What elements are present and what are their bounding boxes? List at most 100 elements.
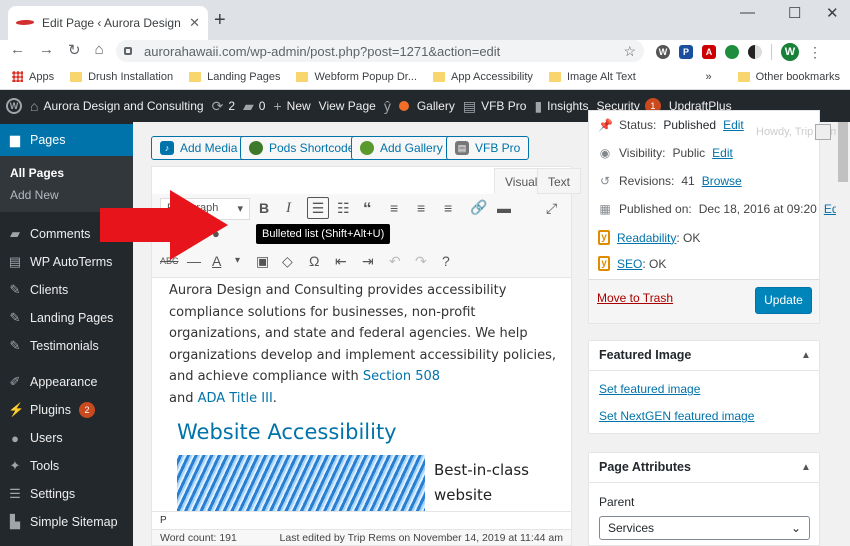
parent-select[interactable]: Services ⌄: [599, 516, 810, 540]
add-gallery-button[interactable]: Add Gallery: [351, 136, 452, 160]
help-icon[interactable]: ?: [442, 253, 450, 269]
bookmark-item[interactable]: Image Alt Text: [548, 71, 636, 83]
last-edited: Last edited by Trip Rems on November 14,…: [279, 532, 563, 544]
comments-link[interactable]: ▰ 0: [243, 98, 265, 115]
browser-tab[interactable]: Edit Page ‹ Aurora Design and Co ✕: [8, 6, 208, 40]
extension-blue-icon[interactable]: P: [679, 45, 693, 59]
editor-content[interactable]: Aurora Design and Consulting provides ac…: [169, 280, 559, 409]
howdy-text[interactable]: Howdy, Trip Rems: [756, 126, 845, 138]
indent-icon[interactable]: ⇥: [362, 253, 374, 270]
sidebar-item-plugins[interactable]: ⚡ Plugins 2: [0, 396, 133, 424]
ada-title-iii-link[interactable]: ADA Title III: [198, 391, 273, 406]
pods-shortcode-button[interactable]: Pods Shortcode: [240, 136, 364, 160]
align-left-icon[interactable]: ≡: [390, 200, 398, 216]
pdf-extension-icon[interactable]: A: [702, 45, 716, 59]
edit-status-link[interactable]: Edit: [723, 118, 744, 132]
update-button[interactable]: Update: [755, 287, 812, 314]
blockquote-icon[interactable]: “: [363, 199, 372, 219]
bookmark-item[interactable]: Landing Pages: [189, 71, 280, 83]
collapse-caret-icon[interactable]: ▲: [801, 350, 811, 361]
bold-icon[interactable]: B: [259, 200, 269, 216]
numbered-list-icon[interactable]: ☷: [337, 200, 350, 217]
bookmark-apps[interactable]: Apps: [12, 71, 54, 83]
outdent-icon[interactable]: ⇤: [335, 253, 347, 270]
set-featured-image-link[interactable]: Set featured image: [599, 382, 700, 396]
form-icon: ▤: [455, 141, 469, 155]
profile-avatar[interactable]: W: [781, 43, 799, 61]
bookmark-item[interactable]: App Accessibility: [433, 71, 533, 83]
pin-icon: ✎: [9, 310, 21, 325]
bookmarks-overflow[interactable]: » Other bookmarks: [706, 71, 850, 83]
vfb-pro-button[interactable]: ▤ VFB Pro: [446, 136, 530, 160]
sidebar-item-users[interactable]: ● Users: [0, 424, 133, 452]
insert-link-icon[interactable]: 🔗: [470, 199, 487, 216]
special-character-icon[interactable]: Ω: [309, 253, 319, 269]
vfb-pro-link[interactable]: ▤ VFB Pro: [463, 98, 527, 115]
close-window-icon[interactable]: ✕: [826, 4, 839, 22]
scrollbar-thumb[interactable]: [838, 122, 848, 182]
tab-text[interactable]: Text: [537, 168, 582, 194]
bookmark-star-icon[interactable]: ☆: [623, 43, 636, 60]
collapse-caret-icon[interactable]: ▲: [801, 462, 811, 473]
maximize-icon[interactable]: ☐: [788, 4, 801, 22]
sidebar-item-landing-pages[interactable]: ✎ Landing Pages: [0, 304, 133, 332]
readability-link[interactable]: Readability: [617, 231, 676, 245]
read-more-icon[interactable]: ▬: [497, 200, 511, 216]
browse-revisions-link[interactable]: Browse: [702, 174, 742, 188]
yoast-readability-icon: y: [598, 230, 610, 245]
sidebar-item-testimonials[interactable]: ✎ Testimonials: [0, 332, 133, 360]
edit-visibility-link[interactable]: Edit: [712, 146, 733, 160]
featured-image-title[interactable]: Featured Image: [599, 348, 691, 362]
folder-icon: [433, 71, 445, 82]
forward-icon[interactable]: →: [39, 41, 54, 59]
undo-icon[interactable]: ↶: [389, 253, 401, 270]
close-tab-icon[interactable]: ✕: [189, 15, 200, 31]
section-508-link[interactable]: Section 508: [363, 369, 440, 384]
minimize-icon[interactable]: —: [740, 4, 755, 21]
dark-mode-extension-icon[interactable]: [748, 45, 762, 59]
back-icon[interactable]: ←: [10, 41, 25, 59]
green-dot-extension-icon[interactable]: [725, 45, 739, 59]
sidebar-item-pages[interactable]: ▆ Pages: [0, 124, 133, 156]
new-tab-icon[interactable]: +: [214, 9, 226, 32]
gallery-link[interactable]: Gallery: [417, 99, 455, 113]
bookmark-item[interactable]: Webform Popup Dr...: [296, 71, 417, 83]
sidebar-item-clients[interactable]: ✎ Clients: [0, 276, 133, 304]
seo-link[interactable]: SEO: [617, 257, 642, 271]
bulleted-list-icon[interactable]: ☰: [307, 197, 329, 219]
align-center-icon[interactable]: ≡: [417, 200, 425, 216]
redo-icon[interactable]: ↷: [415, 253, 427, 270]
address-bar[interactable]: aurorahawaii.com/wp-admin/post.php?post=…: [116, 40, 644, 62]
status-dot-icon[interactable]: [398, 101, 409, 111]
sidebar-item-appearance[interactable]: ✐ Appearance: [0, 368, 133, 396]
folder-icon: [548, 71, 561, 82]
page-attributes-title[interactable]: Page Attributes: [599, 460, 691, 474]
user-avatar[interactable]: [815, 124, 831, 140]
wp-logo-icon[interactable]: W: [6, 98, 22, 114]
menu-kebab-icon[interactable]: ⋮: [808, 44, 822, 61]
yoast-icon[interactable]: ŷ: [384, 98, 391, 114]
view-page-link[interactable]: View Page: [319, 99, 376, 113]
new-content-link[interactable]: + New: [273, 98, 310, 114]
home-icon[interactable]: ⌂: [95, 41, 104, 59]
clear-formatting-icon[interactable]: ◇: [282, 253, 293, 270]
sidebar-item-tools[interactable]: ✦ Tools: [0, 452, 133, 480]
content-image[interactable]: [177, 455, 425, 511]
align-right-icon[interactable]: ≡: [444, 200, 452, 216]
extension-w-icon[interactable]: W: [656, 45, 670, 59]
sidebar-item-settings[interactable]: ☰ Settings: [0, 480, 133, 508]
page-scrollbar[interactable]: [836, 122, 850, 546]
fullscreen-icon[interactable]: ⤢: [546, 200, 557, 217]
insights-link[interactable]: ▮ Insights: [534, 98, 588, 115]
site-name-link[interactable]: ⌂ Aurora Design and Consulting: [30, 98, 204, 114]
set-nextgen-featured-image-link[interactable]: Set NextGEN featured image: [599, 409, 754, 423]
move-to-trash-link[interactable]: Move to Trash: [597, 291, 673, 305]
url-text[interactable]: aurorahawaii.com/wp-admin/post.php?post=…: [144, 44, 623, 59]
submenu-all-pages[interactable]: All Pages: [0, 162, 133, 184]
updates-link[interactable]: ⟳ 2: [212, 98, 235, 115]
italic-icon[interactable]: I: [286, 200, 291, 217]
bookmark-item[interactable]: Drush Installation: [70, 71, 173, 83]
reload-icon[interactable]: ↻: [68, 41, 81, 59]
sidebar-item-simple-sitemap[interactable]: ▙ Simple Sitemap: [0, 508, 133, 536]
add-media-button[interactable]: ♪ Add Media: [151, 136, 247, 160]
